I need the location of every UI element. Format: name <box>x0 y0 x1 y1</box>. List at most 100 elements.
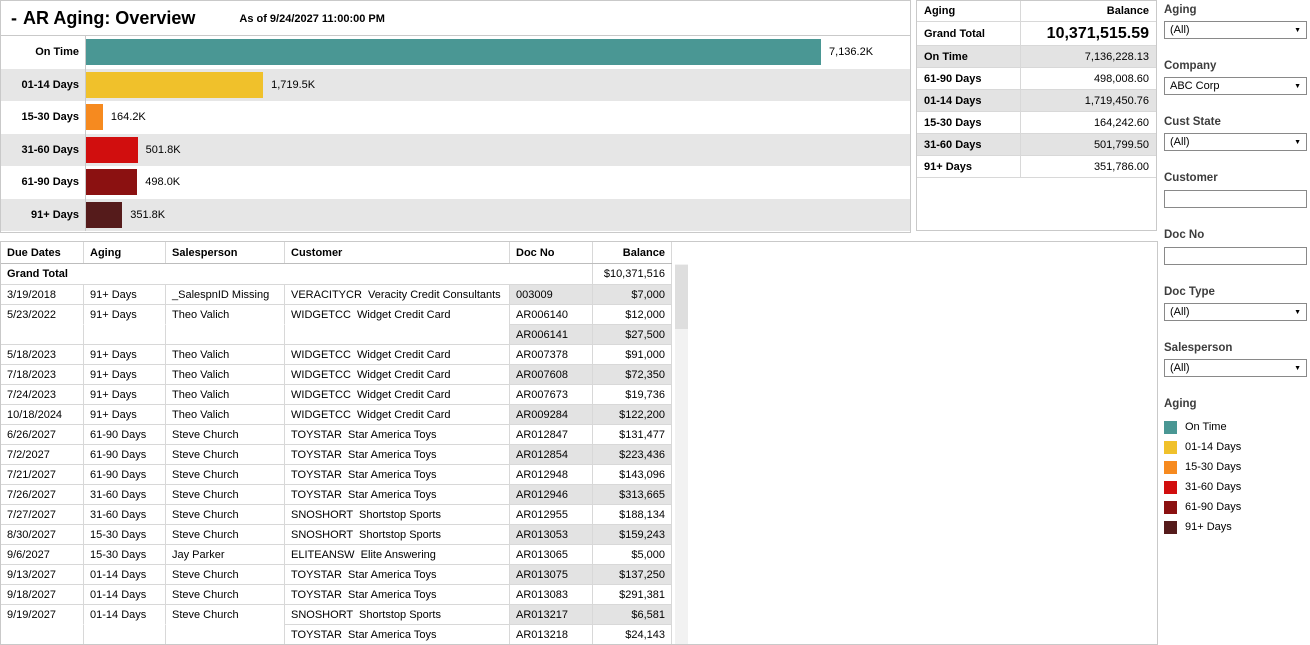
legend-item-label: 31-60 Days <box>1185 481 1241 493</box>
legend-item-label: 01-14 Days <box>1185 441 1241 453</box>
summary-row-on-time[interactable]: On Time7,136,228.13 <box>917 46 1156 68</box>
summary-row-01-14-days[interactable]: 01-14 Days1,719,450.76 <box>917 90 1156 112</box>
filter-dropdown-aging[interactable]: (All)▼ <box>1164 21 1307 39</box>
aging-cell: 01-14 Days <box>83 564 165 584</box>
filter-input-customer[interactable] <box>1164 190 1307 208</box>
detail-header-aging[interactable]: Aging <box>83 242 165 263</box>
legend-item-31-60-days[interactable]: 31-60 Days <box>1164 477 1307 497</box>
table-row[interactable]: 9/13/202701-14 DaysSteve ChurchTOYSTAR S… <box>1 564 672 584</box>
filter-label-company: Company <box>1164 60 1307 72</box>
legend-item-label: On Time <box>1185 421 1227 433</box>
balance-cell: $7,000 <box>592 284 672 304</box>
table-row[interactable]: 7/18/202391+ DaysTheo ValichWIDGETCC Wid… <box>1 364 672 384</box>
table-row[interactable]: TOYSTAR Star America ToysAR013218$24,143 <box>1 624 672 644</box>
detail-header-balance[interactable]: Balance <box>592 242 672 263</box>
table-row[interactable]: 8/30/202715-30 DaysSteve ChurchSNOSHORT … <box>1 524 672 544</box>
customer-cell: TOYSTAR Star America Toys <box>284 424 509 444</box>
legend-item-91-days[interactable]: 91+ Days <box>1164 517 1307 537</box>
detail-header-salesperson[interactable]: Salesperson <box>165 242 284 263</box>
vertical-scrollbar-track[interactable] <box>675 264 688 644</box>
table-row[interactable]: 7/27/202731-60 DaysSteve ChurchSNOSHORT … <box>1 504 672 524</box>
summary-row-15-30-days[interactable]: 15-30 Days164,242.60 <box>917 112 1156 134</box>
table-row[interactable]: 9/6/202715-30 DaysJay ParkerELITEANSW El… <box>1 544 672 564</box>
summary-balance-value: 164,242.60 <box>1021 112 1156 133</box>
due-date-cell: 7/21/2027 <box>1 464 83 484</box>
filter-label-doc-type: Doc Type <box>1164 286 1307 298</box>
filter-panel: Aging(All)▼CompanyABC Corp▼Cust State(Al… <box>1164 4 1307 537</box>
chart-plot-area: 164.2K <box>85 101 910 134</box>
doc-no-cell: AR013083 <box>509 584 592 604</box>
summary-balance-value: 7,136,228.13 <box>1021 46 1156 67</box>
filter-dropdown-doc-type[interactable]: (All)▼ <box>1164 303 1307 321</box>
filter-dropdown-company[interactable]: ABC Corp▼ <box>1164 77 1307 95</box>
table-row[interactable]: 5/23/202291+ DaysTheo ValichWIDGETCC Wid… <box>1 304 672 324</box>
legend-title: Aging <box>1164 398 1307 410</box>
table-row[interactable]: 7/24/202391+ DaysTheo ValichWIDGETCC Wid… <box>1 384 672 404</box>
filter-input-doc-no[interactable] <box>1164 247 1307 265</box>
chart-title-bar: - AR Aging: Overview As of 9/24/2027 11:… <box>1 1 910 36</box>
table-row[interactable]: 6/26/202761-90 DaysSteve ChurchTOYSTAR S… <box>1 424 672 444</box>
legend-swatch-icon <box>1164 461 1177 474</box>
doc-no-cell: AR006141 <box>509 324 592 344</box>
legend-item-15-30-days[interactable]: 15-30 Days <box>1164 457 1307 477</box>
summary-aging-label: On Time <box>917 46 1021 67</box>
summary-row-31-60-days[interactable]: 31-60 Days501,799.50 <box>917 134 1156 156</box>
summary-row-91-days[interactable]: 91+ Days351,786.00 <box>917 156 1156 178</box>
summary-row-grand-total[interactable]: Grand Total10,371,515.59 <box>917 22 1156 46</box>
vertical-scrollbar-thumb[interactable] <box>675 265 688 329</box>
bar-31-60-days[interactable] <box>86 137 138 163</box>
customer-cell: TOYSTAR Star America Toys <box>284 484 509 504</box>
due-date-cell: 7/27/2027 <box>1 504 83 524</box>
aging-cell: 61-90 Days <box>83 464 165 484</box>
aging-cell: 91+ Days <box>83 304 165 324</box>
table-row[interactable]: 7/21/202761-90 DaysSteve ChurchTOYSTAR S… <box>1 464 672 484</box>
bar-15-30-days[interactable] <box>86 104 103 130</box>
detail-grand-total-row[interactable]: Grand Total$10,371,516 <box>1 264 672 284</box>
legend-item-61-90-days[interactable]: 61-90 Days <box>1164 497 1307 517</box>
aging-cell: 91+ Days <box>83 404 165 424</box>
filter-dropdown-salesperson[interactable]: (All)▼ <box>1164 359 1307 377</box>
detail-header-due-dates[interactable]: Due Dates <box>1 242 83 263</box>
aging-cell: 15-30 Days <box>83 524 165 544</box>
chart-plot-area: 1,719.5K <box>85 69 910 102</box>
bar-61-90-days[interactable] <box>86 169 137 195</box>
summary-header-balance[interactable]: Balance <box>1021 1 1156 21</box>
summary-balance-value: 351,786.00 <box>1021 156 1156 177</box>
customer-cell: TOYSTAR Star America Toys <box>284 624 509 644</box>
summary-header-aging[interactable]: Aging <box>917 1 1021 21</box>
summary-row-61-90-days[interactable]: 61-90 Days498,008.60 <box>917 68 1156 90</box>
detail-header-doc-no[interactable]: Doc No <box>509 242 592 263</box>
table-row[interactable]: AR006141$27,500 <box>1 324 672 344</box>
bar-on-time[interactable] <box>86 39 821 65</box>
dropdown-selected-value: ABC Corp <box>1170 80 1220 92</box>
bar-91-days[interactable] <box>86 202 122 228</box>
collapse-toggle[interactable]: - <box>11 8 17 29</box>
filter-dropdown-cust-state[interactable]: (All)▼ <box>1164 133 1307 151</box>
grand-total-label: Grand Total <box>1 264 592 284</box>
balance-cell: $91,000 <box>592 344 672 364</box>
bar-01-14-days[interactable] <box>86 72 263 98</box>
salesperson-cell: _SalespnID Missing <box>165 284 284 304</box>
table-row[interactable]: 9/18/202701-14 DaysSteve ChurchTOYSTAR S… <box>1 584 672 604</box>
chart-row-on-time: On Time7,136.2K <box>1 36 910 69</box>
legend-item-01-14-days[interactable]: 01-14 Days <box>1164 437 1307 457</box>
chevron-down-icon: ▼ <box>1294 365 1301 372</box>
due-date-cell: 7/24/2023 <box>1 384 83 404</box>
balance-cell: $131,477 <box>592 424 672 444</box>
aging-cell: 91+ Days <box>83 384 165 404</box>
filter-customer: Customer <box>1164 172 1307 208</box>
legend-item-on-time[interactable]: On Time <box>1164 417 1307 437</box>
aging-cell <box>83 624 165 644</box>
doc-no-cell: AR013218 <box>509 624 592 644</box>
table-row[interactable]: 7/2/202761-90 DaysSteve ChurchTOYSTAR St… <box>1 444 672 464</box>
salesperson-cell: Theo Valich <box>165 404 284 424</box>
summary-balance-value: 10,371,515.59 <box>1021 22 1156 45</box>
detail-header-customer[interactable]: Customer <box>284 242 509 263</box>
table-row[interactable]: 5/18/202391+ DaysTheo ValichWIDGETCC Wid… <box>1 344 672 364</box>
table-row[interactable]: 3/19/201891+ Days_SalespnID MissingVERAC… <box>1 284 672 304</box>
table-row[interactable]: 7/26/202731-60 DaysSteve ChurchTOYSTAR S… <box>1 484 672 504</box>
summary-header-row: AgingBalance <box>917 1 1156 22</box>
table-row[interactable]: 9/19/202701-14 DaysSteve ChurchSNOSHORT … <box>1 604 672 624</box>
table-row[interactable]: 10/18/202491+ DaysTheo ValichWIDGETCC Wi… <box>1 404 672 424</box>
doc-no-cell: AR012948 <box>509 464 592 484</box>
